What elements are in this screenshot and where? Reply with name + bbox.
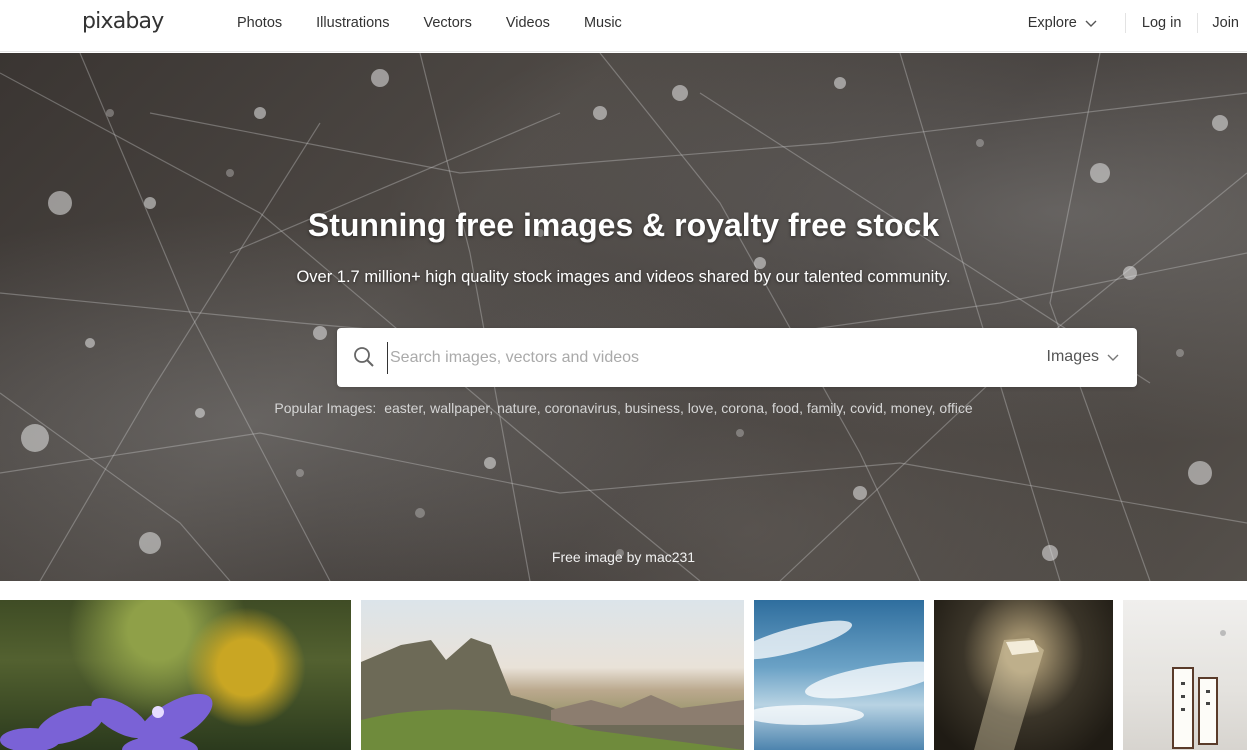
pixabay-logo[interactable]: pixabay [82, 9, 164, 34]
search-icon[interactable] [353, 346, 375, 368]
popular-tag[interactable]: nature [497, 400, 537, 416]
popular-tag[interactable]: covid [850, 400, 883, 416]
login-link[interactable]: Log in [1142, 15, 1182, 31]
hero-title: Stunning free images & royalty free stoc… [307, 207, 940, 243]
nav-music[interactable]: Music [584, 15, 622, 31]
popular-tag[interactable]: family [807, 400, 843, 416]
gallery-image-gallery-wall[interactable] [1123, 600, 1247, 750]
gallery-image-cave[interactable] [934, 600, 1113, 750]
flower-photo [0, 693, 213, 750]
site-header: pixabay Photos Illustrations Vectors Vid… [0, 0, 1247, 52]
gallery-image-flower[interactable] [0, 600, 351, 750]
hero-background-image [0, 53, 1247, 581]
popular-tag[interactable]: love [688, 400, 714, 416]
chevron-down-icon [1107, 354, 1119, 361]
image-credit[interactable]: Free image by mac231 [0, 549, 1247, 565]
search-type-label: Images [1046, 348, 1099, 365]
explore-label: Explore [1027, 15, 1077, 31]
explore-menu[interactable]: Explore [1028, 15, 1097, 31]
popular-tag[interactable]: office [939, 400, 972, 416]
divider [1197, 13, 1199, 33]
hero-subtitle: Over 1.7 million+ high quality stock ima… [296, 268, 951, 286]
popular-searches: Popular Images: easter, wallpaper, natur… [274, 400, 973, 416]
hero-banner: Stunning free images & royalty free stoc… [0, 53, 1247, 581]
sky-photo [754, 620, 924, 725]
popular-tag[interactable]: corona [721, 400, 764, 416]
popular-tag[interactable]: business [625, 400, 680, 416]
chevron-down-icon [1085, 20, 1097, 27]
image-gallery [0, 600, 1247, 750]
search-input[interactable] [387, 342, 1027, 374]
nav-photos[interactable]: Photos [237, 15, 282, 31]
nav-vectors[interactable]: Vectors [424, 15, 472, 31]
main-nav: Photos Illustrations Vectors Videos Musi… [237, 0, 656, 46]
gallery-image-sky[interactable] [754, 600, 924, 750]
popular-label: Popular Images: [274, 400, 377, 416]
popular-tag[interactable]: food [772, 400, 799, 416]
popular-tag[interactable]: easter [384, 400, 422, 416]
popular-tag[interactable]: coronavirus [545, 400, 617, 416]
art-gallery-photo [1172, 630, 1226, 749]
search-bar: Images [337, 328, 1137, 387]
nav-illustrations[interactable]: Illustrations [316, 15, 389, 31]
user-nav: Explore Log in Join [1028, 0, 1247, 46]
gallery-image-mountains[interactable] [361, 600, 744, 750]
mountain-photo [361, 638, 744, 750]
cave-photo [974, 638, 1044, 750]
divider [1124, 13, 1126, 33]
popular-tag[interactable]: wallpaper [430, 400, 489, 416]
popular-tag[interactable]: money [891, 400, 932, 416]
search-type-dropdown[interactable]: Images [1047, 348, 1119, 366]
nav-videos[interactable]: Videos [506, 15, 550, 31]
join-link[interactable]: Join [1212, 15, 1239, 31]
